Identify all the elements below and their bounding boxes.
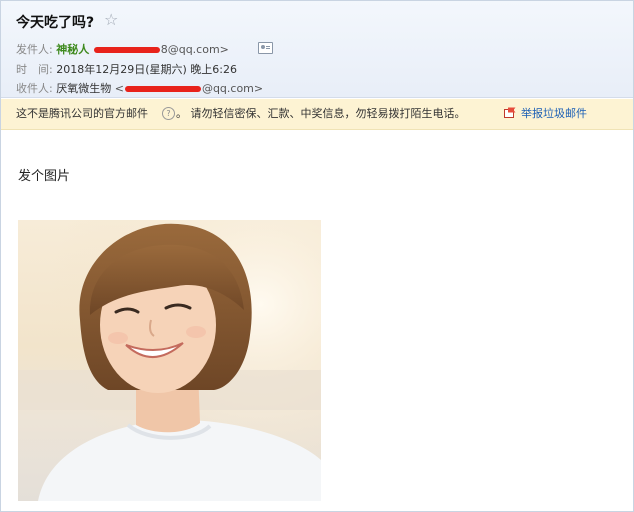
question-icon[interactable]: ? (162, 107, 175, 120)
email-read-view: 今天吃了吗? ☆ 发件人: 神秘人 8@qq.com> 时 间: 2018年12… (0, 0, 634, 512)
recipient-name[interactable]: 厌氧微生物 (56, 82, 111, 95)
attached-photo[interactable] (18, 220, 321, 501)
recipient-row: 收件人: 厌氧微生物 < @qq.com> (16, 80, 263, 96)
warning-text: 。 请勿轻信密保、汇款、中奖信息，勿轻易拨打陌生电话。 (176, 107, 466, 120)
warning-text-lead: 这不是腾讯公司的官方邮件 (16, 107, 148, 120)
email-header: 今天吃了吗? ☆ 发件人: 神秘人 8@qq.com> 时 间: 2018年12… (1, 1, 633, 98)
time-label: 时 间: (16, 63, 53, 76)
sender-address-text: 8@qq.com> (160, 43, 229, 56)
sender-address: 8@qq.com> (93, 43, 229, 56)
time-value: 2018年12月29日(星期六) 晚上6:26 (56, 63, 237, 76)
security-warning-bar: 这不是腾讯公司的官方邮件 ? 。 请勿轻信密保、汇款、中奖信息，勿轻易拨打陌生电… (1, 99, 633, 130)
email-body-text: 发个图片 (18, 169, 71, 184)
star-icon[interactable]: ☆ (104, 10, 118, 29)
recipient-address-prefix: < (114, 82, 124, 95)
recipient-address-text: @qq.com> (201, 82, 264, 95)
from-label: 发件人: (16, 43, 53, 56)
time-row: 时 间: 2018年12月29日(星期六) 晚上6:26 (16, 61, 237, 77)
recipient-address: < @qq.com> (115, 82, 263, 95)
report-spam-link[interactable]: 举报垃圾邮件 (521, 99, 587, 129)
sender-name[interactable]: 神秘人 (56, 43, 89, 56)
contact-card-icon[interactable] (258, 42, 273, 54)
sender-row: 发件人: 神秘人 8@qq.com> (16, 41, 229, 57)
redaction-mark (124, 86, 201, 92)
email-subject: 今天吃了吗? (16, 12, 94, 32)
redaction-mark (93, 47, 160, 53)
to-label: 收件人: (16, 82, 53, 95)
photo-illustration (18, 220, 321, 501)
subject-text: 今天吃了吗? (16, 15, 95, 31)
report-flag-icon[interactable] (504, 107, 516, 118)
